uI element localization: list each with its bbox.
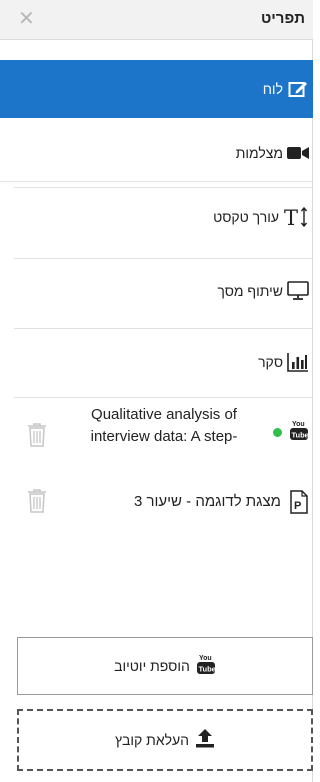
divider [14,328,313,329]
menu-item-label: סקר [258,354,283,370]
file-title: Qualitative analysis of interview data: … [59,404,269,448]
svg-text:You: You [199,655,212,662]
upload-file-button[interactable]: העלאת קובץ [17,709,313,771]
divider [14,258,313,259]
file-title-line: Qualitative analysis of [91,406,237,423]
upload-icon [195,728,215,753]
side-panel: תפריט ✕ לוח מצלמות T עורך טקסט שיתוף מסך… [0,0,313,782]
svg-text:Tube: Tube [198,664,215,673]
menu-item-label: לוח [262,81,283,97]
bar-chart-icon [287,351,309,373]
ppt-file-icon: P [289,490,309,519]
menu-item-board[interactable]: לוח [0,60,313,118]
file-row-youtube[interactable]: Qualitative analysis of interview data: … [0,400,313,464]
menu-item-label: שיתוף מסך [217,283,283,299]
svg-text:T: T [284,206,298,228]
menu-item-screen-share[interactable]: שיתוף מסך [0,262,313,320]
menu-item-label: עורך טקסט [213,209,279,225]
youtube-icon: You Tube [289,418,309,447]
menu-item-cameras[interactable]: מצלמות [0,124,313,182]
monitor-icon [287,280,309,302]
svg-text:You: You [292,421,305,428]
menu-item-label: מצלמות [235,144,283,161]
upload-file-label: העלאת קובץ [114,732,190,748]
add-youtube-button[interactable]: You Tube הוספת יוטיוב [17,637,313,695]
file-title-line: interview data: A step- [90,428,238,445]
file-row-presentation[interactable]: מצגת לדוגמה - שיעור 3 P [0,484,313,520]
panel-title: תפריט [260,10,305,27]
panel-header: תפריט ✕ [0,0,313,40]
menu-item-poll[interactable]: סקר [0,333,313,391]
divider [14,397,313,398]
video-camera-icon [287,142,309,164]
svg-text:Tube: Tube [292,431,309,440]
trash-icon[interactable] [26,422,48,448]
status-dot [273,428,282,437]
add-youtube-label: הוספת יוטיוב [114,658,190,674]
close-icon[interactable]: ✕ [18,9,35,29]
text-editor-icon: T [283,206,309,228]
file-title: מצגת לדוגמה - שיעור 3 [134,493,281,510]
trash-icon[interactable] [26,488,48,514]
menu-item-text-editor[interactable]: T עורך טקסט [0,188,313,246]
youtube-icon: You Tube [196,652,216,681]
svg-text:P: P [294,500,301,512]
edit-board-icon [287,78,309,100]
